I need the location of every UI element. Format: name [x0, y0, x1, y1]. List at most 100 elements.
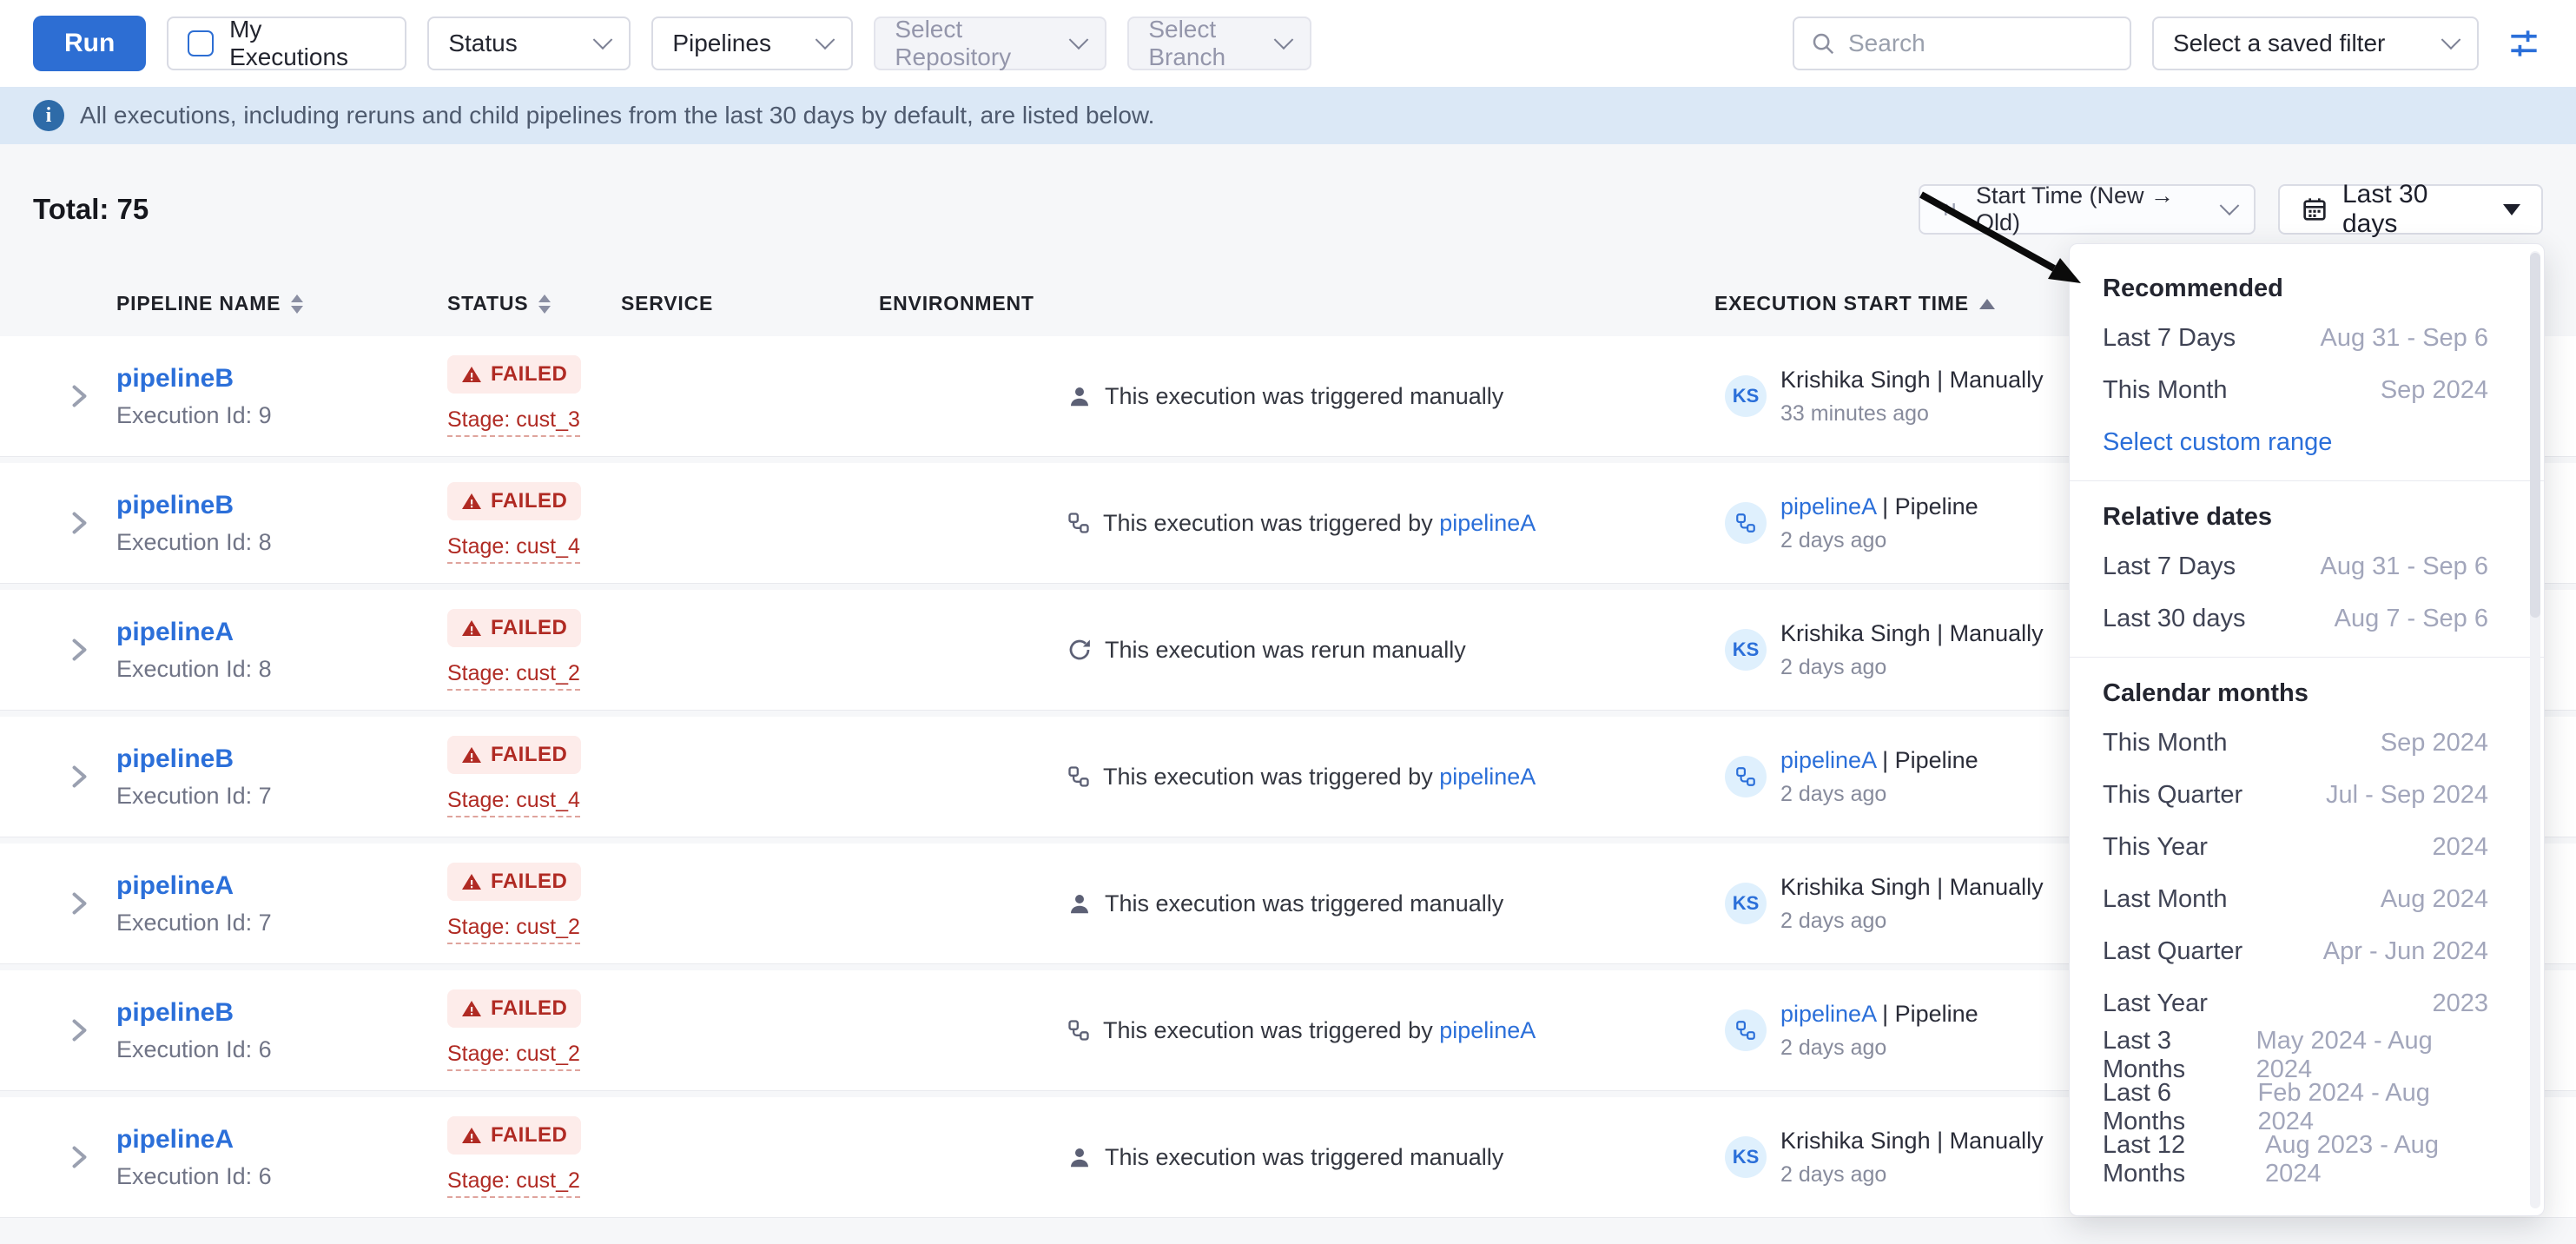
date-range-option[interactable]: Last 30 daysAug 7 - Sep 6	[2070, 592, 2544, 645]
status-label: FAILED	[491, 870, 567, 894]
stage-link[interactable]: Stage: cust_2	[447, 1168, 580, 1198]
pipeline-name-link[interactable]: pipelineA	[116, 1125, 234, 1154]
my-executions-label: My Executions	[229, 16, 386, 71]
pipeline-name-link[interactable]: pipelineA	[116, 618, 234, 646]
execution-id: Execution Id: 7	[116, 783, 447, 810]
date-range-button[interactable]: Last 30 days	[2278, 184, 2543, 235]
status-badge: FAILED	[447, 989, 581, 1028]
trigger-pipeline-link[interactable]: pipelineA	[1439, 764, 1536, 790]
header-environment: ENVIRONMENT	[879, 292, 1067, 315]
stage-link[interactable]: Stage: cust_2	[447, 1042, 580, 1071]
row-expand-chevron-icon[interactable]	[63, 380, 94, 412]
pipeline-name-link[interactable]: pipelineB	[116, 364, 234, 393]
row-expand-chevron-icon[interactable]	[63, 1141, 94, 1173]
row-expand-chevron-icon[interactable]	[63, 888, 94, 919]
my-executions-toggle[interactable]: My Executions	[167, 17, 406, 70]
status-filter-label: Status	[448, 30, 580, 57]
starter-pipeline-link[interactable]: pipelineA	[1780, 493, 1876, 519]
person-icon	[1067, 890, 1093, 916]
header-status[interactable]: STATUS	[447, 292, 621, 315]
time-ago: 2 days ago	[1780, 1036, 1978, 1061]
status-filter-select[interactable]: Status	[427, 17, 631, 70]
date-range-option[interactable]: Last 7 DaysAug 31 - Sep 6	[2070, 540, 2544, 592]
date-range-option[interactable]: This MonthSep 2024	[2070, 717, 2544, 769]
my-executions-checkbox[interactable]	[188, 30, 214, 56]
stage-link[interactable]: Stage: cust_2	[447, 915, 580, 944]
starter-line: pipelineA | Pipeline	[1780, 1001, 1978, 1028]
date-range-menu: RecommendedLast 7 DaysAug 31 - Sep 6This…	[2069, 243, 2545, 1216]
sort-updown-icon	[1938, 197, 1962, 222]
menu-scrollbar-thumb[interactable]	[2530, 253, 2540, 618]
status-label: FAILED	[491, 1123, 567, 1148]
menu-section-title: Recommended	[2070, 265, 2544, 312]
saved-filter-label: Select a saved filter	[2173, 30, 2428, 57]
warning-icon	[461, 1125, 482, 1146]
time-ago: 2 days ago	[1780, 655, 2044, 680]
row-expand-chevron-icon[interactable]	[63, 634, 94, 665]
stage-link[interactable]: Stage: cust_4	[447, 788, 580, 817]
stage-link[interactable]: Stage: cust_4	[447, 534, 580, 564]
time-ago: 33 minutes ago	[1780, 401, 2044, 427]
select-branch-label: Select Branch	[1148, 16, 1261, 71]
status-badge: FAILED	[447, 863, 581, 901]
user-avatar: KS	[1725, 375, 1767, 417]
pipelines-filter-select[interactable]: Pipelines	[651, 17, 853, 70]
stage-link[interactable]: Stage: cust_2	[447, 661, 580, 691]
pipeline-name-link[interactable]: pipelineB	[116, 744, 234, 773]
row-expand-chevron-icon[interactable]	[63, 507, 94, 539]
warning-icon	[461, 871, 482, 892]
trigger-text: This execution was rerun manually	[1105, 637, 1466, 664]
sort-select[interactable]: Start Time (New → Old)	[1919, 184, 2256, 235]
sort-arrows-icon	[291, 294, 303, 314]
time-ago: 2 days ago	[1780, 782, 1978, 807]
date-range-option[interactable]: This QuarterJul - Sep 2024	[2070, 769, 2544, 821]
user-avatar: KS	[1725, 883, 1767, 924]
pipeline-avatar	[1725, 502, 1767, 544]
date-range-option[interactable]: Last MonthAug 2024	[2070, 873, 2544, 925]
time-ago: 2 days ago	[1780, 909, 2044, 934]
pipeline-name-link[interactable]: pipelineB	[116, 491, 234, 519]
date-range-option[interactable]: Last 7 DaysAug 31 - Sep 6	[2070, 312, 2544, 364]
select-repository-select[interactable]: Select Repository	[874, 17, 1106, 70]
starter-pipeline-link[interactable]: pipelineA	[1780, 747, 1876, 773]
status-label: FAILED	[491, 616, 567, 640]
date-range-option[interactable]: Last 12 MonthsAug 2023 - Aug 2024	[2070, 1134, 2544, 1186]
date-range-option[interactable]: Last 6 MonthsFeb 2024 - Aug 2024	[2070, 1082, 2544, 1134]
date-range-option[interactable]: Last QuarterApr - Jun 2024	[2070, 925, 2544, 977]
starter-pipeline-link[interactable]: pipelineA	[1780, 1001, 1876, 1027]
date-range-option[interactable]: Last Year2023	[2070, 977, 2544, 1029]
execution-id: Execution Id: 9	[116, 402, 447, 429]
date-range-option[interactable]: This Year2024	[2070, 821, 2544, 873]
chevron-down-icon	[1274, 30, 1294, 50]
search-box[interactable]	[1793, 17, 2131, 70]
pipeline-name-link[interactable]: pipelineA	[116, 871, 234, 900]
starter-line: pipelineA | Pipeline	[1780, 747, 1978, 774]
run-button[interactable]: Run	[33, 16, 146, 71]
execution-id: Execution Id: 6	[116, 1036, 447, 1063]
starter-line: Krishika Singh | Manually	[1780, 1128, 2044, 1155]
trigger-pipeline-link[interactable]: pipelineA	[1439, 1017, 1536, 1043]
pipeline-name-link[interactable]: pipelineB	[116, 998, 234, 1027]
header-pipeline-name[interactable]: PIPELINE NAME	[116, 292, 447, 315]
row-expand-chevron-icon[interactable]	[63, 761, 94, 792]
filter-settings-button[interactable]	[2505, 24, 2543, 63]
search-input[interactable]	[1848, 30, 2114, 57]
row-expand-chevron-icon[interactable]	[63, 1015, 94, 1046]
date-range-option[interactable]: Last 3 MonthsMay 2024 - Aug 2024	[2070, 1029, 2544, 1082]
trigger-pipeline-link[interactable]: pipelineA	[1439, 510, 1536, 536]
trigger-text: This execution was triggered by pipeline…	[1103, 510, 1536, 537]
execution-id: Execution Id: 8	[116, 656, 447, 683]
trigger-text: This execution was triggered by pipeline…	[1103, 1017, 1536, 1044]
chevron-down-icon	[816, 30, 836, 50]
select-branch-select[interactable]: Select Branch	[1127, 17, 1311, 70]
select-custom-range-link[interactable]: Select custom range	[2070, 416, 2544, 468]
trigger-text: This execution was triggered manually	[1105, 1144, 1503, 1171]
person-icon	[1067, 383, 1093, 409]
stage-link[interactable]: Stage: cust_3	[447, 407, 580, 437]
date-range-option[interactable]: This MonthSep 2024	[2070, 364, 2544, 416]
saved-filter-select[interactable]: Select a saved filter	[2152, 17, 2479, 70]
menu-section-title: Relative dates	[2070, 493, 2544, 540]
trigger-text: This execution was triggered by pipeline…	[1103, 764, 1536, 791]
chevron-down-icon	[2220, 195, 2240, 215]
sort-asc-icon	[1979, 299, 1995, 309]
